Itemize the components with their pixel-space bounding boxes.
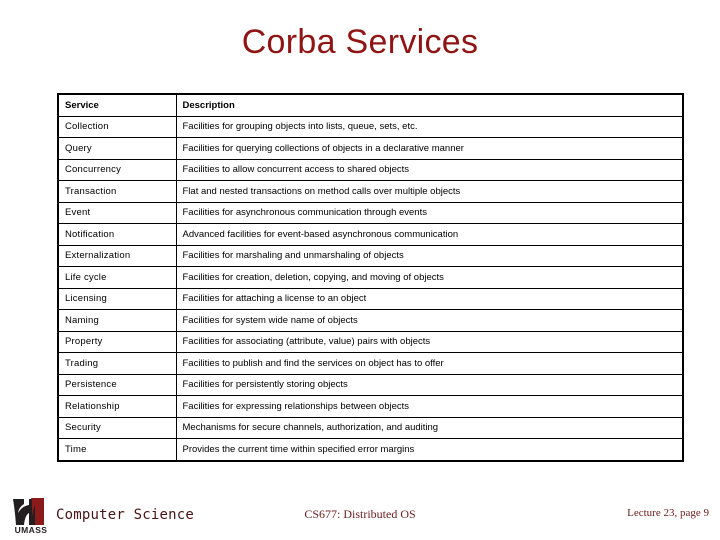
- table-row: Relationship Facilities for expressing re…: [57, 395, 684, 418]
- cell-service: Naming: [57, 309, 177, 332]
- cell-service: Property: [57, 330, 177, 353]
- table-row: Licensing Facilities for attaching a lice…: [57, 287, 684, 310]
- cell-service: Collection: [57, 115, 177, 138]
- cell-description: Facilities for asynchronous communicatio…: [175, 201, 684, 224]
- cell-service: Transaction: [57, 180, 177, 203]
- table-row: Trading Facilities to publish and find th…: [57, 352, 684, 375]
- page-number-label: Lecture 23, page 9: [627, 507, 709, 519]
- cell-service: Externalization: [57, 244, 177, 267]
- cell-description: Facilities for system wide name of objec…: [175, 309, 684, 332]
- cell-service: Trading: [57, 352, 177, 375]
- cell-service: Relationship: [57, 395, 177, 418]
- cell-service: Concurrency: [57, 158, 177, 181]
- cell-service: Security: [57, 416, 177, 439]
- cell-service: Notification: [57, 223, 177, 246]
- cell-description: Facilities for attaching a license to an…: [175, 287, 684, 310]
- corba-services-table: Service Description Collection Facilities…: [57, 93, 684, 462]
- svg-text:UMASS: UMASS: [15, 525, 48, 535]
- table-row: Externalization Facilities for marshaling…: [57, 244, 684, 267]
- table-header: Service Description: [57, 93, 684, 117]
- cell-service: Event: [57, 201, 177, 224]
- cell-description: Facilities for querying collections of o…: [175, 137, 684, 160]
- services-table: Service Description Collection Facilities…: [57, 93, 684, 462]
- column-header-service: Service: [57, 93, 177, 117]
- cell-description: Facilities to allow concurrent access to…: [175, 158, 684, 181]
- cell-description: Mechanisms for secure channels, authoriz…: [175, 416, 684, 439]
- table-row: Collection Facilities for grouping object…: [57, 115, 684, 138]
- table-row: Transaction Flat and nested transactions …: [57, 180, 684, 203]
- cell-description: Provides the current time within specifi…: [175, 438, 684, 461]
- table-header-row: Service Description: [57, 93, 684, 117]
- table-row: Persistence Facilities for persistently s…: [57, 373, 684, 396]
- cell-service: Life cycle: [57, 266, 177, 289]
- table-row: Query Facilities for querying collections…: [57, 137, 684, 160]
- cell-service: Persistence: [57, 373, 177, 396]
- cell-description: Facilities for persistently storing obje…: [175, 373, 684, 396]
- table-row: Property Facilities for associating (attr…: [57, 330, 684, 353]
- page-title: Corba Services: [241, 23, 479, 61]
- cell-description: Facilities for expressing relationships …: [175, 395, 684, 418]
- cell-description: Advanced facilities for event-based asyn…: [175, 223, 684, 246]
- cell-description: Flat and nested transactions on method c…: [175, 180, 684, 203]
- table-row: Security Mechanisms for secure channels, …: [57, 416, 684, 439]
- cell-service: Query: [57, 137, 177, 160]
- cell-description: Facilities for marshaling and unmarshali…: [175, 244, 684, 267]
- cell-service: Licensing: [57, 287, 177, 310]
- column-header-description: Description: [175, 93, 684, 117]
- table-row: Notification Advanced facilities for even…: [57, 223, 684, 246]
- table-body: Collection Facilities for grouping object…: [57, 115, 684, 461]
- table-row: Concurrency Facilities to allow concurren…: [57, 158, 684, 181]
- cell-description: Facilities for associating (attribute, v…: [175, 330, 684, 353]
- cell-description: Facilities for grouping objects into lis…: [175, 115, 684, 138]
- table-row: Event Facilities for asynchronous communi…: [57, 201, 684, 224]
- course-label: CS677: Distributed OS: [304, 507, 416, 521]
- cell-description: Facilities to publish and find the servi…: [175, 352, 684, 375]
- table-row: Life cycle Facilities for creation, delet…: [57, 266, 684, 289]
- table-row: Time Provides the current time within spe…: [57, 438, 684, 461]
- slide-footer: UMASS Computer Science CS677: Distribute…: [0, 495, 720, 540]
- cell-description: Facilities for creation, deletion, copyi…: [175, 266, 684, 289]
- table-row: Naming Facilities for system wide name of…: [57, 309, 684, 332]
- cell-service: Time: [57, 438, 177, 461]
